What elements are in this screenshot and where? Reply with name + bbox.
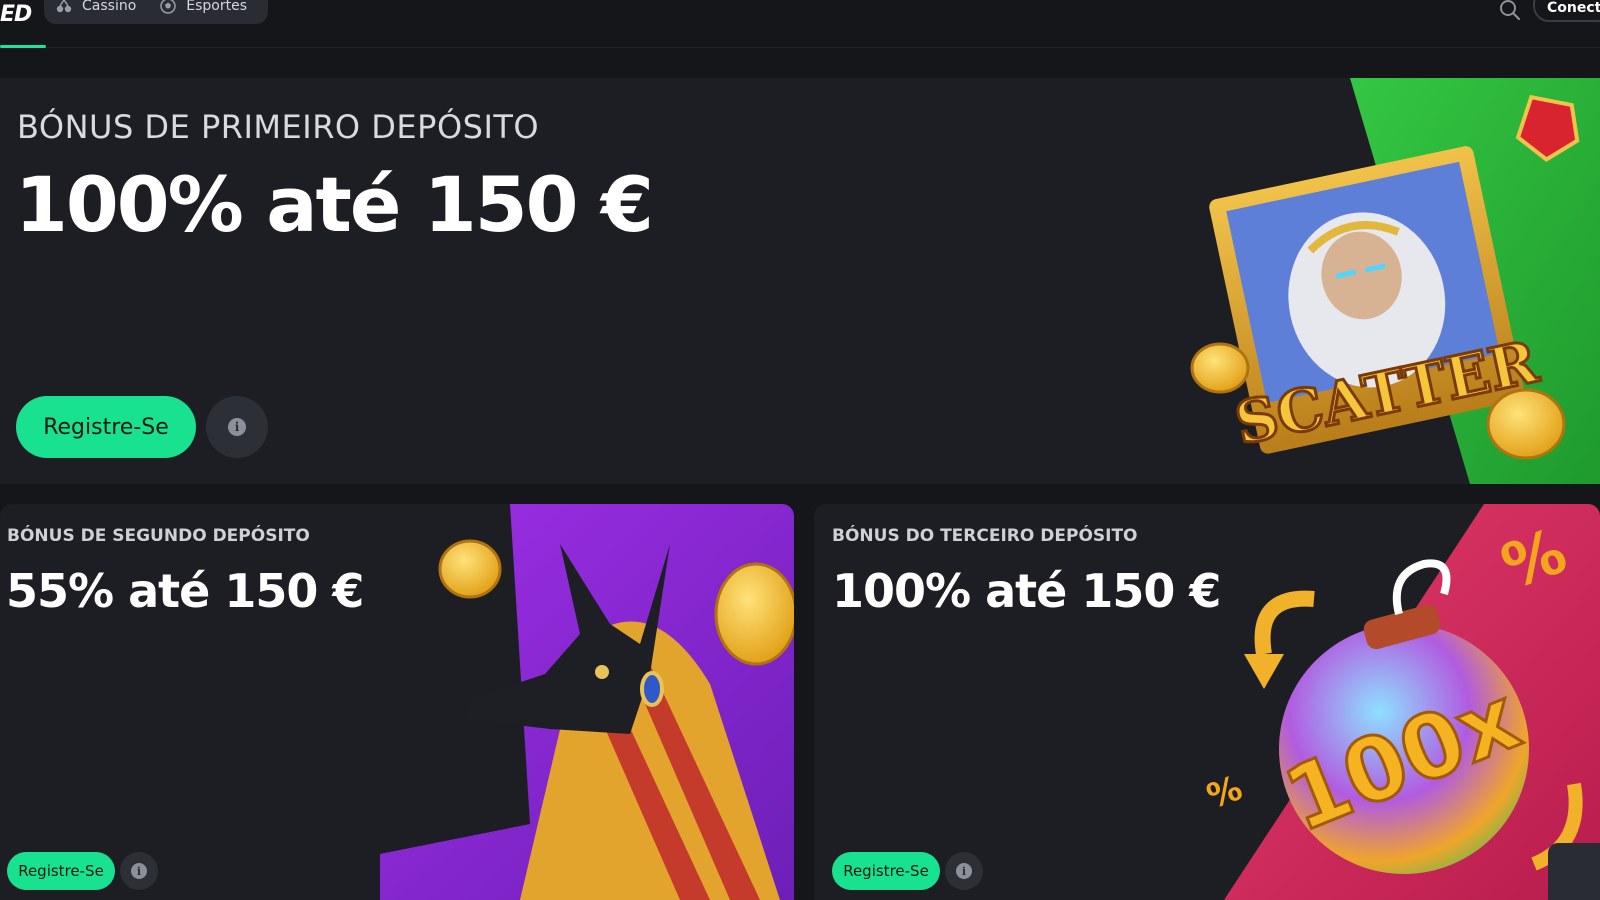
main-nav: Cassino Esportes [44,0,268,24]
hero-info-button[interactable]: i [206,396,268,458]
logo-active-indicator [0,45,46,48]
card3-register-button[interactable]: Registre-Se [832,852,940,890]
info-icon: i [228,418,246,436]
soccer-ball-icon [158,0,178,14]
brand-logo[interactable]: ED [0,2,32,30]
second-deposit-bonus-card: BÓNUS DE SEGUNDO DEPÓSITO 55% até 150 € … [0,504,794,900]
first-deposit-bonus-banner: BÓNUS DE PRIMEIRO DEPÓSITO 100% até 150 … [0,78,1600,484]
hero-eyebrow: BÓNUS DE PRIMEIRO DEPÓSITO [17,108,540,146]
nav-item-cassino[interactable]: Cassino [54,0,136,14]
info-icon: i [131,863,147,879]
card3-eyebrow: BÓNUS DO TERCEIRO DEPÓSITO [832,526,1138,546]
anubis-illustration [380,504,794,900]
card2-title: 55% até 150 € [6,564,364,618]
card2-eyebrow: BÓNUS DE SEGUNDO DEPÓSITO [7,526,310,546]
card2-info-button[interactable]: i [120,852,158,890]
zeus-scatter-illustration: SCATTER [1190,78,1600,484]
hero-title: 100% até 150 € [15,160,654,249]
nav-label-esportes: Esportes [186,0,248,14]
connect-button[interactable]: Conecte [1533,0,1600,22]
info-icon: i [956,863,972,879]
third-deposit-bonus-card: BÓNUS DO TERCEIRO DEPÓSITO 100% até 150 … [814,504,1600,900]
cherries-icon [54,0,74,13]
nav-label-cassino: Cassino [82,0,137,14]
top-bar: ED Cassino Esportes Conec [0,0,1600,48]
card3-title: 100% até 150 € [832,564,1221,618]
search-icon[interactable] [1496,0,1524,22]
floating-chat-widget[interactable] [1548,843,1600,900]
bomb-multiplier-illustration: % % 100x [1202,504,1600,900]
nav-item-esportes[interactable]: Esportes [158,0,247,14]
card3-info-button[interactable]: i [945,852,983,890]
svg-text:%: % [1202,768,1248,817]
card2-register-button[interactable]: Registre-Se [7,852,115,890]
hero-register-button[interactable]: Registre-Se [16,396,196,458]
